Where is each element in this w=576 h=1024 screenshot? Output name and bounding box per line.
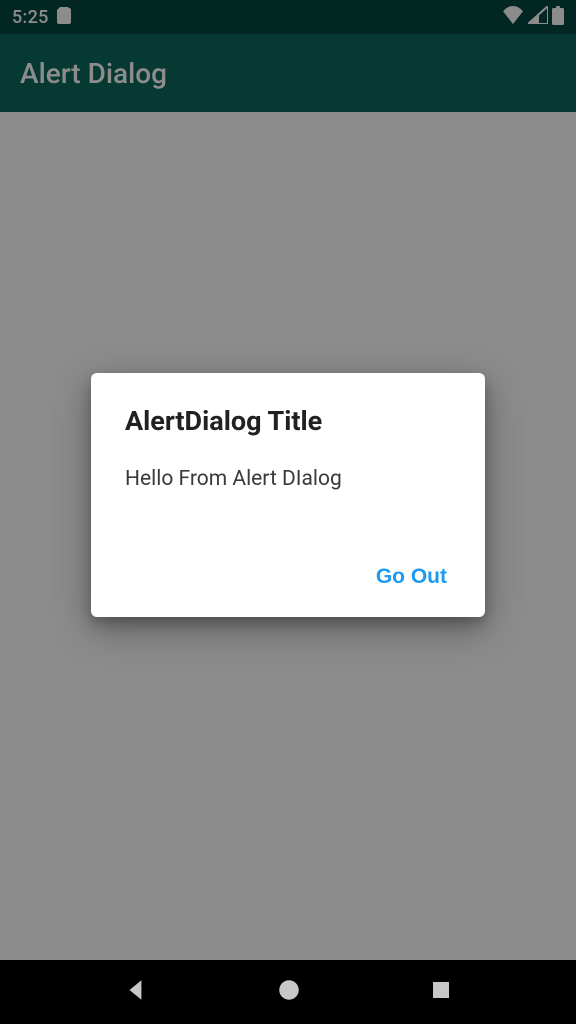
navigation-bar <box>0 960 576 1024</box>
dialog-actions: Go Out <box>125 559 451 595</box>
dialog-message: Hello From Alert DIalog <box>125 467 451 503</box>
dialog-title: AlertDialog Title <box>125 405 451 437</box>
back-button[interactable] <box>123 977 149 1007</box>
alert-dialog: AlertDialog Title Hello From Alert DIalo… <box>91 373 485 617</box>
home-button[interactable] <box>276 977 302 1007</box>
recent-apps-button[interactable] <box>429 978 453 1006</box>
go-out-button[interactable]: Go Out <box>372 559 451 595</box>
